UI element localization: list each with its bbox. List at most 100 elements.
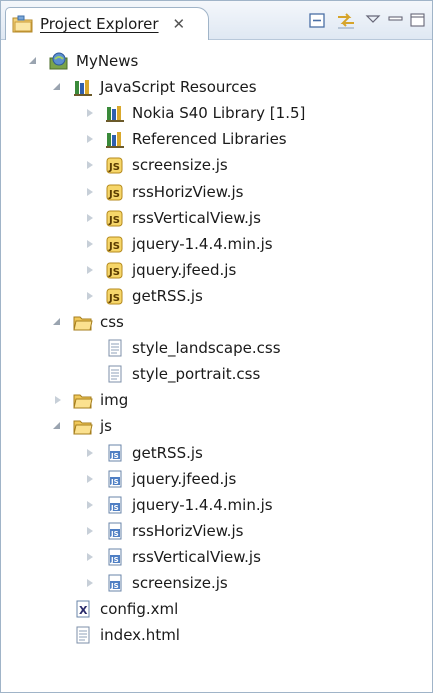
folder-icon: [73, 420, 93, 435]
tree-item-label: jquery-1.4.4.min.js: [132, 234, 273, 253]
svg-text:JS: JS: [108, 267, 120, 278]
tree-item[interactable]: JS jquery-1.4.4.min.js: [83, 231, 273, 257]
library-icon: [74, 80, 92, 97]
tree-item[interactable]: JS rssHorizView.js: [83, 518, 243, 544]
tree-item[interactable]: JS getRSS.js: [83, 440, 203, 466]
collapsed-twistie-icon[interactable]: [83, 289, 97, 303]
svg-text:JS: JS: [110, 556, 119, 564]
tree-item-label: MyNews: [76, 52, 139, 70]
folder-icon: [73, 316, 93, 331]
js-resource-icon: JS: [106, 184, 123, 200]
twistie-spacer: [83, 367, 97, 381]
collapsed-twistie-icon[interactable]: [83, 106, 97, 120]
link-with-editor-icon[interactable]: [335, 9, 357, 31]
tree-item-label: rssHorizView.js: [132, 182, 244, 201]
tree-item-label: screensize.js: [132, 156, 228, 175]
project-explorer-view: Project Explorer ✕ MyNews JavaScript Reso…: [0, 0, 433, 693]
svg-text:JS: JS: [108, 215, 120, 226]
view-menu-icon[interactable]: [362, 9, 384, 31]
tree-item-label: jquery.jfeed.js: [132, 260, 237, 279]
svg-text:JS: JS: [108, 162, 120, 173]
tree-item[interactable]: JS rssVerticalView.js: [83, 544, 261, 570]
tree-item-label: rssHorizView.js: [132, 521, 244, 540]
close-icon[interactable]: ✕: [173, 15, 186, 33]
twistie-spacer: [51, 628, 65, 642]
tree-item[interactable]: JS rssVerticalView.js: [83, 205, 261, 231]
twistie-spacer: [51, 602, 65, 616]
svg-text:JS: JS: [110, 504, 119, 512]
tree-item-label: JavaScript Resources: [100, 78, 257, 97]
tree-item-label: screensize.js: [132, 574, 228, 592]
minimize-icon[interactable]: [385, 9, 407, 31]
svg-text:JS: JS: [110, 452, 119, 460]
css-file-icon: [108, 365, 122, 383]
tree-item[interactable]: MyNews: [27, 48, 138, 74]
twistie-spacer: [83, 341, 97, 355]
js-file-icon: JS: [108, 444, 122, 461]
js-resource-icon: JS: [106, 288, 123, 305]
collapsed-twistie-icon[interactable]: [83, 524, 97, 538]
tree-item-label: rssVerticalView.js: [132, 208, 261, 227]
tree-item[interactable]: JS screensize.js: [83, 152, 228, 178]
js-resource-icon: JS: [106, 236, 123, 253]
collapsed-twistie-icon[interactable]: [83, 472, 97, 486]
tree-item[interactable]: Nokia S40 Library [1.5]: [83, 100, 305, 126]
library-icon: [106, 106, 124, 123]
js-resource-icon: JS: [106, 210, 123, 227]
tab-project-explorer[interactable]: Project Explorer ✕: [5, 7, 209, 40]
tree-item[interactable]: img: [51, 387, 128, 413]
collapsed-twistie-icon[interactable]: [83, 158, 97, 172]
tree-item[interactable]: JS screensize.js: [83, 570, 228, 596]
tree-item[interactable]: JS getRSS.js: [83, 283, 203, 309]
tree-item-label: js: [100, 417, 112, 436]
tree-item[interactable]: Xconfig.xml: [51, 596, 178, 622]
js-file-icon: JS: [108, 574, 122, 592]
svg-text:JS: JS: [110, 530, 119, 538]
tree-item-label: index.html: [100, 626, 180, 645]
collapsed-twistie-icon[interactable]: [83, 211, 97, 225]
tree-item-label: jquery.jfeed.js: [132, 469, 237, 488]
svg-text:X: X: [79, 604, 88, 617]
tree-item[interactable]: css: [51, 309, 124, 335]
tree-item-label: getRSS.js: [132, 443, 203, 462]
js-file-icon: JS: [108, 470, 122, 488]
maximize-icon[interactable]: [407, 9, 429, 31]
expanded-twistie-icon[interactable]: [51, 315, 65, 329]
tree-item[interactable]: index.html: [51, 622, 180, 648]
tree-item[interactable]: JS rssHorizView.js: [83, 179, 243, 205]
collapsed-twistie-icon[interactable]: [83, 132, 97, 146]
tree-item[interactable]: JS jquery.jfeed.js: [83, 257, 236, 283]
collapsed-twistie-icon[interactable]: [83, 550, 97, 564]
collapsed-twistie-icon[interactable]: [83, 237, 97, 251]
tree-item[interactable]: JS jquery-1.4.4.min.js: [83, 492, 273, 518]
tree-item[interactable]: JavaScript Resources: [51, 74, 257, 100]
expanded-twistie-icon[interactable]: [51, 419, 65, 433]
collapsed-twistie-icon[interactable]: [51, 393, 65, 407]
collapsed-twistie-icon[interactable]: [83, 185, 97, 199]
collapsed-twistie-icon[interactable]: [83, 263, 97, 277]
expanded-twistie-icon[interactable]: [27, 54, 41, 68]
project-explorer-icon: [12, 15, 33, 33]
tree-item-label: css: [100, 313, 124, 331]
svg-text:JS: JS: [108, 189, 120, 200]
tree-item[interactable]: JS jquery.jfeed.js: [83, 466, 236, 492]
svg-text:JS: JS: [108, 293, 120, 304]
js-resource-icon: JS: [106, 262, 123, 279]
js-resource-icon: JS: [106, 157, 123, 174]
collapsed-twistie-icon[interactable]: [83, 446, 97, 460]
tree-item[interactable]: Referenced Libraries: [83, 126, 287, 152]
project-icon: [49, 52, 68, 70]
expanded-twistie-icon[interactable]: [51, 80, 65, 94]
tree-item-label: Referenced Libraries: [132, 130, 287, 149]
view-title: Project Explorer: [40, 15, 159, 33]
tree-item[interactable]: style_portrait.css: [83, 361, 260, 387]
tree-item-label: getRSS.js: [132, 286, 203, 305]
tree-item-label: style_landscape.css: [132, 339, 281, 358]
tree-item-label: jquery-1.4.4.min.js: [132, 495, 273, 514]
tree-item[interactable]: js: [51, 413, 112, 439]
collapsed-twistie-icon[interactable]: [83, 576, 97, 590]
collapsed-twistie-icon[interactable]: [83, 498, 97, 512]
collapse-all-icon[interactable]: [306, 9, 328, 31]
tree-item[interactable]: style_landscape.css: [83, 335, 281, 361]
xml-file-icon: X: [76, 600, 90, 618]
